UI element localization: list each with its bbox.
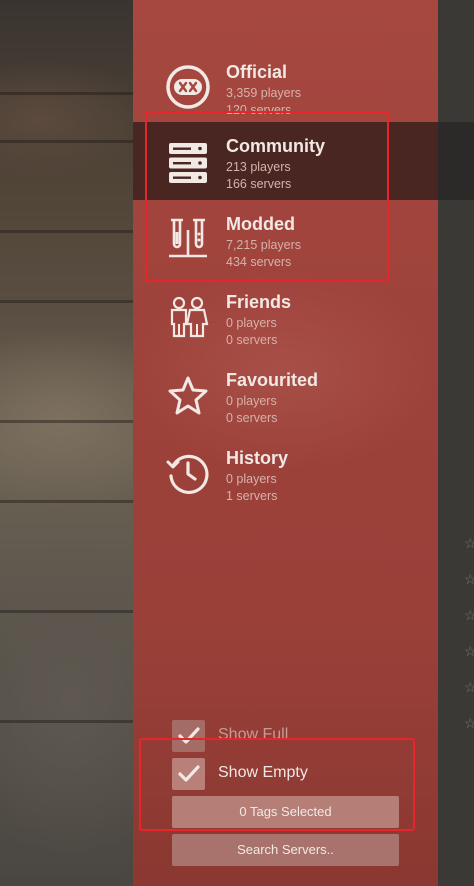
category-title: Official — [226, 62, 288, 82]
category-players-count: 213 players — [226, 160, 291, 174]
category-players-count: 0 players — [226, 316, 277, 330]
show-full-checkbox[interactable]: Show Full — [172, 720, 412, 752]
category-servers-count: 434 servers — [226, 255, 292, 269]
show-empty-label: Show Empty — [218, 764, 308, 781]
test-tubes-icon — [169, 218, 207, 258]
category-players-count: 0 players — [226, 394, 277, 408]
checkmark-icon — [178, 727, 200, 744]
show-empty-checkbox[interactable]: Show Empty — [172, 758, 412, 790]
favourite-star-icon[interactable]: ☆ — [464, 608, 474, 622]
category-title: Favourited — [226, 370, 319, 390]
favourite-star-icon[interactable]: ☆ — [464, 536, 474, 550]
category-servers-count: 1 servers — [226, 489, 278, 503]
category-modded[interactable]: Modded 7,215 players 434 servers — [133, 200, 438, 278]
server-stack-icon — [169, 143, 207, 183]
favourite-star-icon[interactable]: ☆ — [464, 680, 474, 694]
search-servers-input[interactable]: Search Servers.. — [172, 834, 399, 866]
category-friends[interactable]: Friends 0 players 0 servers — [133, 278, 438, 356]
checkbox-box[interactable] — [172, 758, 205, 790]
category-title: History — [226, 448, 289, 468]
category-servers-count: 0 servers — [226, 333, 278, 347]
official-icon — [166, 65, 210, 109]
category-players-count: 7,215 players — [226, 238, 302, 252]
favourite-star-icon[interactable]: ☆ — [464, 644, 474, 658]
show-full-label: Show Full — [218, 726, 289, 743]
star-icon — [168, 376, 208, 415]
category-players-count: 3,359 players — [226, 86, 302, 100]
category-community[interactable]: Community 213 players 166 servers — [133, 122, 438, 200]
category-title: Friends — [226, 292, 292, 312]
favourite-star-icon[interactable]: ☆ — [464, 572, 474, 586]
category-servers-count: 0 servers — [226, 411, 278, 425]
background-scene-image — [0, 0, 140, 886]
category-title: Community — [226, 136, 325, 156]
category-title: Modded — [226, 214, 295, 234]
friends-icon — [170, 296, 209, 338]
history-icon — [166, 454, 209, 494]
category-players-count: 0 players — [226, 472, 277, 486]
tags-selected-button[interactable]: 0 Tags Selected — [172, 796, 399, 828]
category-servers-count: 166 servers — [226, 177, 292, 191]
checkmark-icon — [178, 765, 200, 782]
server-browser: ☆ ☆ ☆ ☆ ☆ ☆ Official 3,359 players 120 s… — [0, 0, 474, 886]
category-servers-count: 120 servers — [226, 103, 292, 117]
category-official[interactable]: Official 3,359 players 120 servers — [133, 48, 438, 126]
category-favourited[interactable]: Favourited 0 players 0 servers — [133, 356, 438, 434]
favourite-star-icon[interactable]: ☆ — [464, 716, 474, 730]
category-history[interactable]: History 0 players 1 servers — [133, 434, 438, 512]
checkbox-box[interactable] — [172, 720, 205, 752]
server-list-edge: ☆ ☆ ☆ ☆ ☆ ☆ — [438, 0, 474, 886]
